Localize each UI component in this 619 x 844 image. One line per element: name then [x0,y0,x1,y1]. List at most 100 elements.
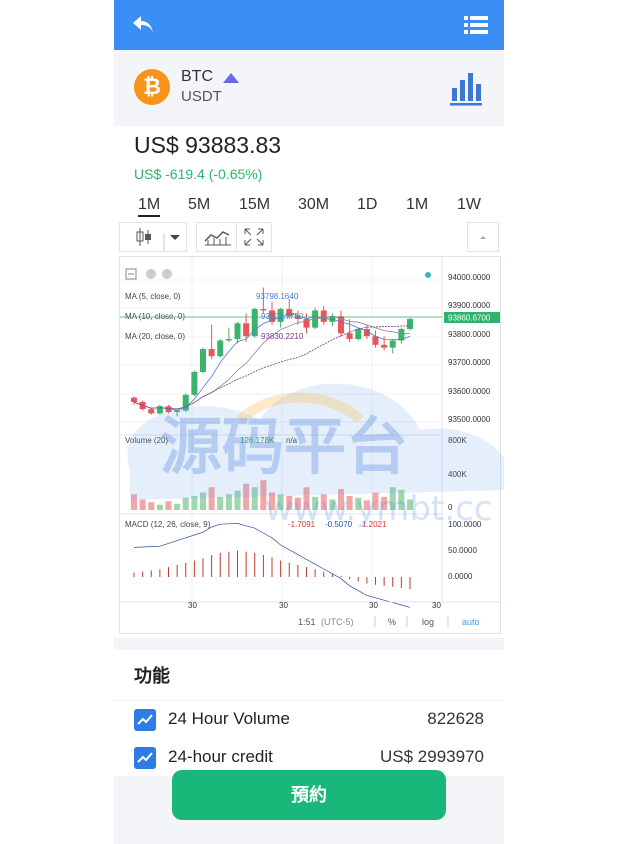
time-tick: 30 [188,601,197,610]
indicators-button[interactable] [196,222,240,252]
candle [217,340,224,357]
volume-bar [269,492,275,510]
candle [234,323,241,340]
price-tick: 93500.0000 [448,415,491,424]
indicator-chart-icon [204,231,231,246]
volume-tick: 800K [448,436,467,445]
triangle-up-icon [223,73,239,83]
reserve-button[interactable]: 預約 [172,770,446,820]
candle [191,371,198,395]
tab-15m[interactable]: 15M [239,196,270,214]
time-tick: 30 [432,601,441,610]
settings-icon [162,269,172,279]
price-tick: 93700.0000 [448,358,491,367]
volume-bar [303,487,310,510]
chart-type-selector[interactable] [119,222,187,252]
log-toggle: log [422,617,434,627]
price-axis: 94000.0000 93900.0000 93800.0000 93700.0… [448,273,491,424]
collapse-toolbar-button[interactable] [467,222,499,252]
volume-bar [277,494,284,510]
tab-1w[interactable]: 1W [457,196,481,214]
macd-value-2: -0.5070 [325,520,353,529]
feature-row-volume: 24 Hour Volume 822628 [114,701,504,739]
candle [174,410,181,412]
macd-tick: 50.0000 [448,546,477,555]
candle [389,340,396,348]
price-tick: 94000.0000 [448,273,491,282]
ma10-value: 93801.7750 [261,312,304,321]
macd-value-1: -1.7091 [288,520,316,529]
live-dot [425,272,431,278]
volume-bar [346,496,353,510]
fullscreen-icon [244,228,264,246]
trend-chart-icon [134,747,156,769]
candle [208,349,215,357]
base-symbol: BTC [181,68,213,85]
volume-axis: 800K 400K 0 [448,436,467,512]
volume-bar [148,502,155,510]
volume-bar [260,480,267,510]
volume-bar [294,497,301,510]
bar-chart-icon[interactable] [448,70,484,106]
volume-bar [338,489,344,510]
volume-bar [182,497,189,510]
volume-bar [363,500,370,510]
last-price: US$ 93883.83 [134,132,282,158]
feature-label: 24 Hour Volume [168,709,290,728]
interval-tabs: 1M 5M 15M 30M 1D 1M 1W [114,192,504,218]
price-tick: 93600.0000 [448,387,491,396]
tab-1m[interactable]: 1M [138,196,161,217]
tab-1m-month[interactable]: 1M [406,196,428,214]
btc-coin-icon: ₿ [134,69,170,105]
ma5-value: 93798.1640 [256,292,299,301]
volume-bar [381,496,388,510]
candle [200,349,206,372]
macd-tick: 0.0000 [448,572,473,581]
tab-1d[interactable]: 1D [357,196,377,214]
footer-time: 1:51 [298,617,316,627]
ma5-legend: MA (5, close, 0) [125,292,181,301]
candle-series [131,287,413,417]
tab-30m[interactable]: 30M [298,196,329,214]
trading-chart[interactable]: MA (5, close, 0) 93798.1640 MA (10, clos… [119,256,501,634]
volume-bar [217,496,224,510]
volume-bar [407,499,413,510]
volume-bar [398,489,405,510]
time-tick: 30 [279,601,288,610]
volume-bar [165,501,172,510]
price-panel: US$ 93883.83 US$ -619.4 (-0.65%) 1M 5M 1… [114,126,504,218]
candlestick-icon [136,228,180,251]
candle [407,319,413,330]
volume-bar [139,499,146,510]
volume-legend: Volume (20) [125,436,168,445]
price-change: US$ -619.4 (-0.65%) [134,166,263,182]
volume-bar [243,483,250,510]
app-screen: ₿ BTC USDT US$ 93883.83 US$ -619.4 (-0.6… [114,0,504,844]
volume-bar [372,492,379,510]
volume-bar [286,496,293,510]
volume-bar [355,497,362,510]
volume-tick: 0 [448,503,453,512]
back-arrow-icon[interactable] [130,12,156,38]
ma5-line [133,312,411,411]
caret-up-icon [480,236,486,239]
fullscreen-button[interactable] [236,222,272,252]
volume-bar [329,499,336,510]
chart-footer: 1:51 (UTC-5) % log auto [298,616,480,627]
feature-value: US$ 2993970 [380,747,484,766]
trend-chart-icon [134,709,156,731]
volume-bar [200,492,206,510]
list-menu-icon[interactable] [464,14,488,36]
features-panel: 功能 24 Hour Volume 822628 24-hour credit … [114,650,504,776]
candle [131,397,137,402]
volume-bar [320,494,327,510]
candle [355,329,362,340]
macd-legend: MACD (12, 26, close, 9) [125,520,211,529]
volume-bar [208,487,215,510]
tab-5m[interactable]: 5M [188,196,210,214]
ma20-value: 93830.2210 [261,332,304,341]
ma20-legend: MA (20, close, 0) [125,332,185,341]
chart-section: MA (5, close, 0) 93798.1640 MA (10, clos… [114,218,504,638]
price-tick: 93900.0000 [448,301,491,310]
features-title: 功能 [134,666,170,686]
